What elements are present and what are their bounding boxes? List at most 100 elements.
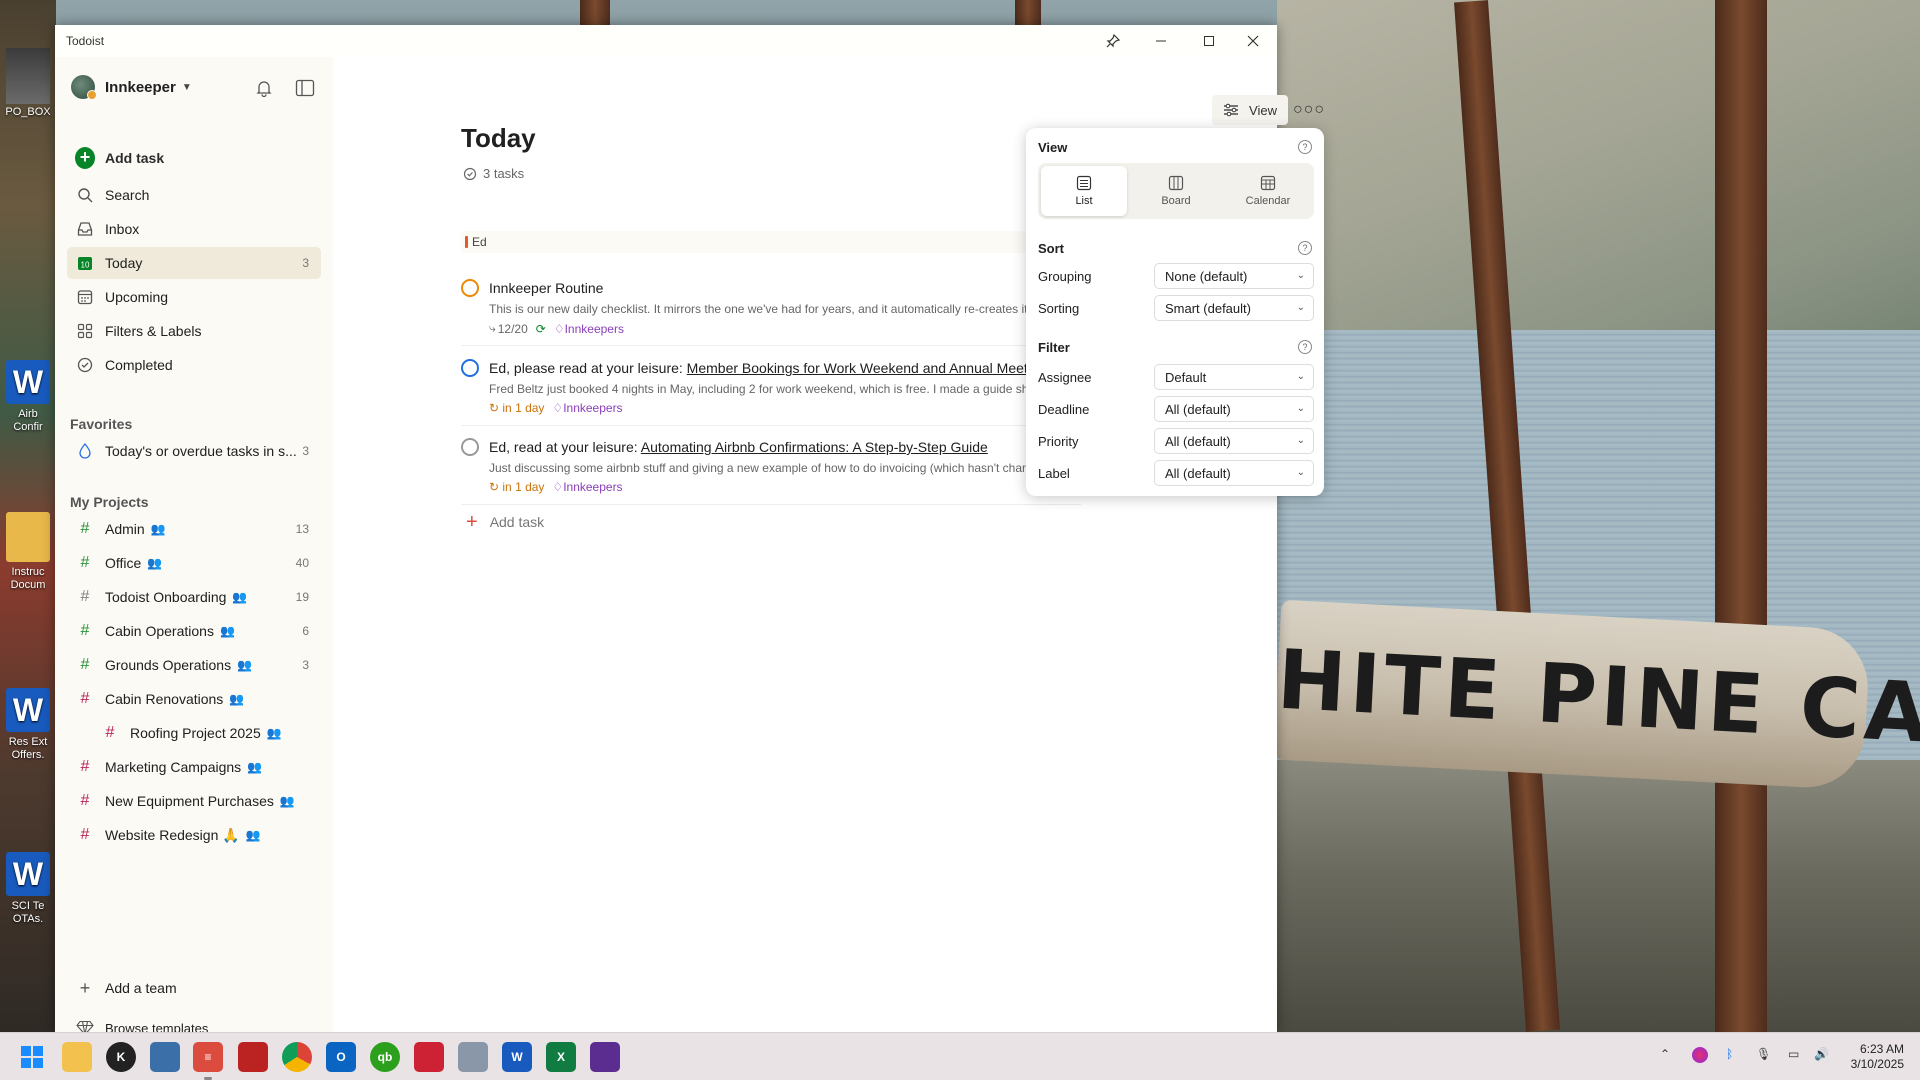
pin-button[interactable]	[1089, 25, 1137, 57]
help-icon[interactable]: ?	[1298, 241, 1312, 255]
sidebar-item-completed[interactable]: Completed	[67, 349, 321, 381]
sidebar-project-cabin-renovations[interactable]: # Cabin Renovations 👥	[67, 683, 321, 715]
notifications-button[interactable]	[252, 76, 276, 100]
tray-app-icon[interactable]	[1692, 1047, 1708, 1063]
network-icon[interactable]: ▭	[1788, 1047, 1799, 1061]
desktop-icon-airbnb[interactable]: W Airb Confir	[4, 360, 52, 434]
toggle-sidebar-button[interactable]	[293, 76, 317, 100]
bluetooth-icon[interactable]: ᛒ	[1726, 1047, 1733, 1061]
app-grid-icon[interactable]	[150, 1042, 180, 1072]
maximize-button[interactable]	[1185, 25, 1233, 57]
sidebar-project-office[interactable]: # Office 👥 40	[67, 547, 321, 579]
layout-list-option[interactable]: List	[1041, 166, 1127, 216]
quickbooks-icon[interactable]: qb	[370, 1042, 400, 1072]
desktop-icon-instructions[interactable]: Instruc Docum	[4, 512, 52, 592]
task-title-link[interactable]: Member Bookings for Work Weekend and Ann…	[687, 360, 1031, 376]
sidebar-item-today[interactable]: 10 Today 3	[67, 247, 321, 279]
chevron-down-icon: ⌄	[1296, 435, 1305, 446]
due-date[interactable]: ↻ in 1 day	[489, 401, 544, 415]
windows-start-icon[interactable]	[17, 1042, 47, 1072]
desktop-icon-sci[interactable]: W SCI Te OTAs.	[4, 852, 52, 926]
grouping-select[interactable]: None (default) ⌄	[1154, 263, 1314, 289]
desktop-icon-po-box[interactable]: PO_BOX	[4, 48, 52, 119]
task-title: Innkeeper Routine	[489, 280, 604, 296]
label-tag[interactable]: ♢Innkeepers	[552, 480, 622, 494]
section-header-ed[interactable]: Ed	[461, 231, 1041, 253]
close-button[interactable]	[1229, 25, 1277, 57]
word-icon[interactable]: W	[502, 1042, 532, 1072]
assignee-select[interactable]: Default ⌄	[1154, 364, 1314, 390]
app-k-icon[interactable]: K	[106, 1042, 136, 1072]
sidebar-project-website-redesign[interactable]: # Website Redesign 🙏 👥	[67, 819, 321, 851]
file-explorer-icon[interactable]	[62, 1042, 92, 1072]
todoist-icon[interactable]: ≡	[193, 1042, 223, 1072]
sidebar-project-roofing-project-2025[interactable]: # Roofing Project 2025 👥	[92, 717, 321, 749]
sidebar-item-favorite-filter[interactable]: Today's or overdue tasks in s... 3	[67, 435, 321, 467]
label-tag[interactable]: ♢Innkeepers	[554, 322, 624, 336]
volume-icon[interactable]: 🔊	[1814, 1047, 1829, 1061]
account-switcher[interactable]: Innkeeper ▼	[71, 73, 192, 101]
app-red-icon[interactable]	[238, 1042, 268, 1072]
deadline-icon: ↻	[489, 401, 503, 415]
label-tag[interactable]: ♢Innkeepers	[552, 401, 622, 415]
sidebar-project-cabin-operations[interactable]: # Cabin Operations 👥 6	[67, 615, 321, 647]
task-complete-checkbox[interactable]	[461, 438, 479, 456]
help-icon[interactable]: ?	[1298, 140, 1312, 154]
clock-time: 6:23 AM	[1859, 1042, 1904, 1056]
microphone-icon[interactable]: 🎙	[1756, 1047, 1771, 1061]
title-bar[interactable]: Todoist	[55, 25, 1277, 57]
excel-icon[interactable]: X	[546, 1042, 576, 1072]
chevron-down-icon: ⌄	[1296, 371, 1305, 382]
desktop-icon-res-ext[interactable]: W Res Ext Offers.	[4, 688, 52, 762]
add-task-button[interactable]: + Add task	[67, 142, 321, 174]
chevron-up-icon[interactable]: ⌃	[1660, 1047, 1670, 1061]
sidebar-project-new-equipment-purchases[interactable]: # New Equipment Purchases 👥	[67, 785, 321, 817]
chrome-icon[interactable]	[282, 1042, 312, 1072]
app-snip-icon[interactable]	[414, 1042, 444, 1072]
view-heading: View	[1038, 140, 1068, 155]
add-team-button[interactable]: + Add a team	[67, 972, 321, 1004]
task-title-link[interactable]: Automating Airbnb Confirmations: A Step-…	[641, 439, 988, 455]
sidebar-item-upcoming[interactable]: Upcoming	[67, 281, 321, 313]
app-purple-icon[interactable]	[590, 1042, 620, 1072]
sidebar-project-todoist-onboarding[interactable]: # Todoist Onboarding 👥 19	[67, 581, 321, 613]
check-circle-icon	[463, 167, 477, 180]
task-complete-checkbox[interactable]	[461, 359, 479, 377]
deadline-select[interactable]: All (default) ⌄	[1154, 396, 1314, 422]
sidebar-project-grounds-operations[interactable]: # Grounds Operations 👥 3	[67, 649, 321, 681]
section-marker	[465, 236, 468, 248]
clock[interactable]: 6:23 AM 3/10/2025	[1851, 1042, 1904, 1072]
hash-icon: #	[80, 520, 90, 537]
subtask-icon: ⤷	[489, 321, 496, 335]
layout-calendar-option[interactable]: Calendar	[1225, 166, 1311, 216]
deadline-icon: ↻	[489, 480, 503, 494]
tree-trunk	[580, 0, 610, 26]
my-projects-heading[interactable]: My Projects	[70, 494, 149, 510]
sidebar-project-marketing-campaigns[interactable]: # Marketing Campaigns 👥	[67, 751, 321, 783]
help-icon[interactable]: ?	[1298, 340, 1312, 354]
layout-board-option[interactable]: Board	[1133, 166, 1219, 216]
more-options-button[interactable]: ○○○	[1293, 95, 1324, 125]
inbox-icon	[75, 221, 95, 237]
minimize-button[interactable]	[1137, 25, 1185, 57]
task-description: Just discussing some airbnb stuff and gi…	[489, 461, 1029, 475]
sidebar-item-filters-labels[interactable]: Filters & Labels	[67, 315, 321, 347]
divider	[461, 504, 1081, 505]
shared-people-icon: 👥	[247, 760, 263, 774]
task-complete-checkbox[interactable]	[461, 279, 479, 297]
view-button[interactable]: View	[1212, 95, 1288, 125]
priority-select[interactable]: All (default) ⌄	[1154, 428, 1314, 454]
sidebar-item-search[interactable]: Search	[67, 179, 321, 211]
sidebar-project-admin[interactable]: # Admin 👥 13	[67, 513, 321, 545]
sidebar-item-inbox[interactable]: Inbox	[67, 213, 321, 245]
sorting-select[interactable]: Smart (default) ⌄	[1154, 295, 1314, 321]
outlook-icon[interactable]: O	[326, 1042, 356, 1072]
word-file-icon: W	[6, 360, 50, 404]
favorites-heading[interactable]: Favorites	[70, 416, 132, 432]
word-file-icon: W	[6, 852, 50, 896]
shared-people-icon: 👥	[237, 658, 253, 672]
label-select[interactable]: All (default) ⌄	[1154, 460, 1314, 486]
add-task-inline-button[interactable]: + Add task	[466, 512, 544, 532]
due-date[interactable]: ↻ in 1 day	[489, 480, 544, 494]
app-printer-icon[interactable]	[458, 1042, 488, 1072]
